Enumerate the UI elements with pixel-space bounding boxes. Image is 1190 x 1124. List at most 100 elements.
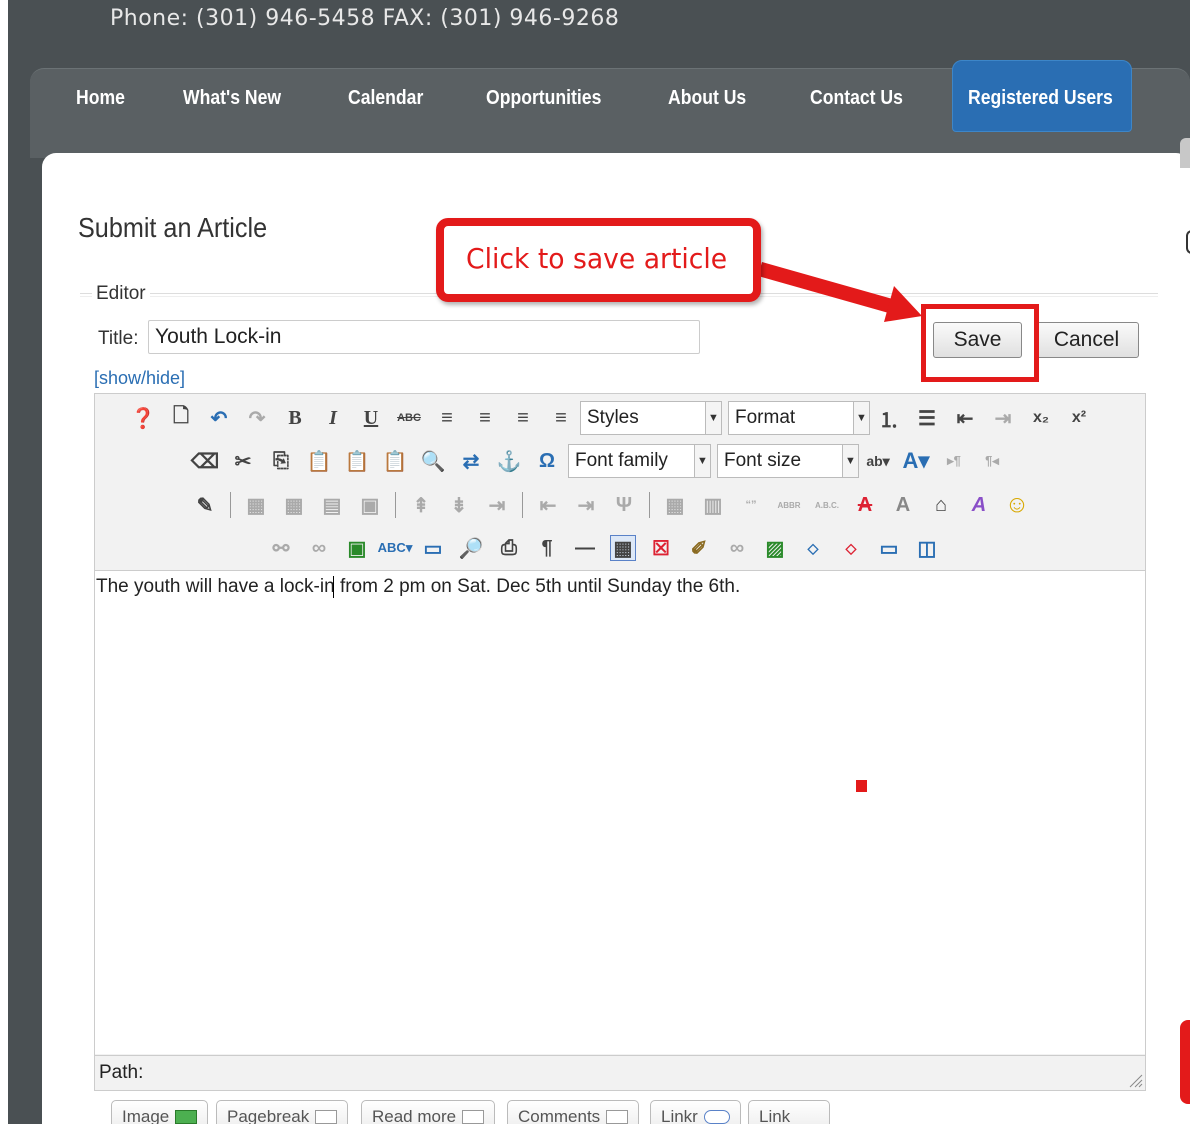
rtl-icon[interactable]: ¶◂ <box>979 448 1005 474</box>
pagebreak-button[interactable]: Pagebreak <box>216 1100 349 1124</box>
html-source-icon[interactable]: ◇ <box>838 535 864 561</box>
format-select[interactable]: Format ▼ <box>728 401 870 435</box>
ordered-list-icon[interactable]: ⒈ <box>876 405 902 432</box>
print-icon[interactable]: ⎙ <box>496 535 522 561</box>
row-props-icon[interactable]: ▤ <box>319 492 345 518</box>
nav-item-calendar[interactable]: Calendar <box>348 87 423 110</box>
insert-col-after-icon[interactable]: ⇥ <box>573 492 599 518</box>
side-panel-edge <box>1180 138 1190 168</box>
nav-item-home[interactable]: Home <box>76 87 125 110</box>
cancel-button[interactable]: Cancel <box>1034 322 1139 358</box>
read-more-button[interactable]: Read more <box>361 1100 496 1124</box>
redo-icon[interactable]: ↷ <box>244 405 270 431</box>
editor-content-text[interactable]: The youth will have a lock-in from 2 pm … <box>96 576 740 598</box>
resize-handle-icon[interactable] <box>1127 1072 1143 1088</box>
insert-col-before-icon[interactable]: ⇤ <box>535 492 561 518</box>
anchor-icon[interactable]: ⚓ <box>496 448 522 474</box>
cut-icon[interactable]: ✂ <box>230 448 256 474</box>
insert-row-before-icon[interactable]: ⇞ <box>408 492 434 518</box>
paste-icon[interactable]: 📋 <box>306 448 332 474</box>
align-center-icon[interactable]: ≡ <box>472 405 498 431</box>
editor-status-bar <box>95 1055 1145 1090</box>
paste-text-icon[interactable]: 📋 <box>382 448 408 474</box>
delete-table-icon[interactable]: ▦ <box>243 492 269 518</box>
outdent-icon[interactable]: ⇤ <box>952 405 978 431</box>
indent-icon[interactable]: ⇥ <box>990 405 1016 431</box>
text-color-icon[interactable]: A▾ <box>903 448 930 474</box>
font-family-select[interactable]: Font family ▼ <box>568 444 711 478</box>
new-document-icon[interactable]: 🗋 <box>168 405 194 431</box>
nav-item-opportunities[interactable]: Opportunities <box>486 87 601 110</box>
toolbar-separator <box>522 492 523 518</box>
delete-row-icon[interactable]: ⇥ <box>484 492 510 518</box>
find-icon[interactable]: 🔍 <box>420 448 446 474</box>
image-button[interactable]: Image <box>111 1100 209 1124</box>
paste-word-icon[interactable]: 📋 <box>344 448 370 474</box>
align-right-icon[interactable]: ≡ <box>510 405 536 431</box>
link-icon[interactable]: ∞ <box>306 535 332 561</box>
help-icon[interactable]: ❓ <box>130 405 156 431</box>
unordered-list-icon[interactable]: ☰ <box>914 405 940 431</box>
split-cells-icon[interactable]: ▦ <box>662 492 688 518</box>
ins-icon[interactable]: A <box>890 492 916 518</box>
show-hide-link[interactable]: [show/hide] <box>94 368 185 389</box>
table-props-icon[interactable]: ▦ <box>281 492 307 518</box>
link-icon <box>703 1110 730 1124</box>
preview-icon[interactable]: 🔎 <box>458 535 484 561</box>
acronym-icon[interactable]: A.B.C. <box>814 492 840 518</box>
eraser-icon[interactable]: ⌫ <box>191 448 219 474</box>
style-props-icon[interactable]: A <box>966 492 992 518</box>
del-icon[interactable]: A <box>852 492 878 518</box>
editor-content-area[interactable] <box>95 570 1145 1054</box>
underline-icon[interactable]: U <box>358 405 384 431</box>
fullscreen-icon[interactable]: ▭ <box>420 535 446 561</box>
visual-chars-icon[interactable]: ¶ <box>534 535 560 561</box>
cell-props-icon[interactable]: ▣ <box>357 492 383 518</box>
align-left-icon[interactable]: ≡ <box>434 405 460 431</box>
title-input[interactable] <box>148 320 700 354</box>
layer-icon[interactable]: ◫ <box>914 535 940 561</box>
delete-col-icon[interactable]: Ψ <box>611 492 637 518</box>
insert-image-icon[interactable]: ▣ <box>344 535 370 561</box>
comments-button[interactable]: Comments <box>507 1100 640 1124</box>
undo-icon[interactable]: ↶ <box>206 405 232 431</box>
image-manager-icon[interactable]: ▨ <box>762 535 788 561</box>
horizontal-rule-icon[interactable]: — <box>572 535 598 561</box>
highlight-color-icon[interactable]: ab▾ <box>865 448 891 474</box>
cleanup-icon[interactable]: ✐ <box>686 535 712 561</box>
nonbreaking-icon[interactable]: ☒ <box>648 535 674 561</box>
subscript-icon[interactable]: x₂ <box>1028 405 1054 431</box>
bold-icon[interactable]: B <box>282 405 308 431</box>
emotions-icon[interactable]: ☺ <box>1004 491 1030 518</box>
insert-row-after-icon[interactable]: ⇟ <box>446 492 472 518</box>
linkr-button[interactable]: Linkr <box>650 1100 741 1124</box>
merge-cells-icon[interactable]: ▥ <box>700 492 726 518</box>
link-dim-icon[interactable]: ∞ <box>724 535 750 561</box>
cite-icon[interactable]: “” <box>738 492 764 518</box>
special-char-icon[interactable]: Ω <box>534 448 560 474</box>
ltr-icon[interactable]: ▸¶ <box>941 448 967 474</box>
spellcheck-icon[interactable]: ABC▾ <box>378 535 413 561</box>
unlink-icon[interactable]: ⚯ <box>268 535 294 561</box>
font-size-select[interactable]: Font size ▼ <box>717 444 859 478</box>
copy-icon[interactable]: ⎘ <box>268 448 294 474</box>
nav-item-about-us[interactable]: About Us <box>668 87 746 110</box>
text-cursor <box>333 576 334 598</box>
replace-icon[interactable]: ⇄ <box>458 448 484 474</box>
nav-item-whats-new[interactable]: What's New <box>183 87 281 110</box>
abbr-icon[interactable]: ABBR <box>776 492 802 518</box>
code-icon[interactable]: ◇ <box>800 535 826 561</box>
strikethrough-icon[interactable]: ABC <box>396 405 422 431</box>
nav-item-registered-users[interactable]: Registered Users <box>968 87 1113 110</box>
template-icon[interactable]: ▭ <box>876 535 902 561</box>
edit-css-icon[interactable]: ✎ <box>192 492 218 518</box>
italic-icon[interactable]: I <box>320 405 346 431</box>
link-button[interactable]: Link <box>748 1100 830 1124</box>
superscript-icon[interactable]: x² <box>1066 405 1092 431</box>
styles-select[interactable]: Styles ▼ <box>580 401 722 435</box>
attributes-icon[interactable]: ⌂ <box>928 492 954 518</box>
nav-item-contact-us[interactable]: Contact Us <box>810 87 903 110</box>
visual-aid-icon[interactable]: ▦ <box>610 535 636 561</box>
align-justify-icon[interactable]: ≡ <box>548 405 574 431</box>
save-highlight-box <box>921 304 1039 382</box>
